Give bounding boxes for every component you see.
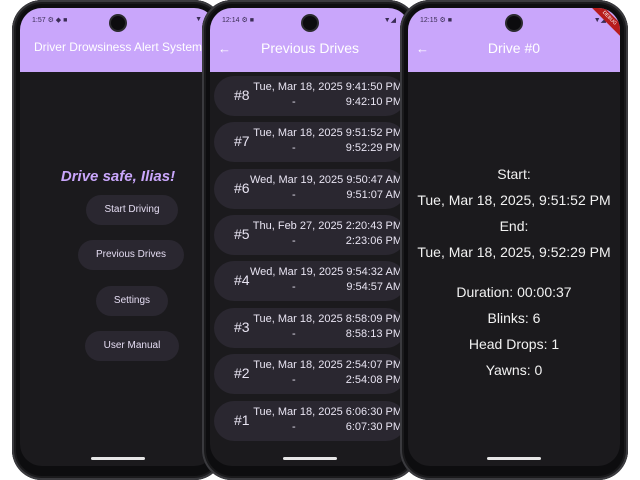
drive-separator: - xyxy=(292,142,296,154)
previous-drives-button[interactable]: Previous Drives xyxy=(78,240,184,270)
start-driving-button[interactable]: Start Driving xyxy=(86,195,178,225)
settings-button[interactable]: Settings xyxy=(96,286,168,316)
status-time: 1:57 xyxy=(32,17,46,24)
head-drops-text: Head Drops: 1 xyxy=(468,336,560,352)
drive-item[interactable]: #5 Thu, Feb 27, 2025 2:20:43 PM - 2:23:0… xyxy=(214,215,406,255)
signal-icon: ▼◢ xyxy=(383,17,396,24)
status-icons: ⚙ ◆ ■ xyxy=(47,17,68,24)
drive-item[interactable]: #2 Tue, Mar 18, 2025 2:54:07 PM - 2:54:0… xyxy=(214,354,406,394)
drive-detail-screen: 12:15 ⚙ ■ ▼◢ ← Drive #0 DEBUG Start: Tue… xyxy=(408,8,620,466)
drive-start-time: Tue, Mar 18, 2025 8:58:09 PM xyxy=(253,313,402,325)
drive-end-time: 8:58:13 PM xyxy=(345,328,402,340)
camera-icon xyxy=(111,16,125,30)
drive-start-time: Tue, Mar 18, 2025 2:54:07 PM xyxy=(253,359,402,371)
home-indicator[interactable] xyxy=(487,457,541,460)
drive-number: #5 xyxy=(234,226,250,242)
drive-item[interactable]: #8 Tue, Mar 18, 2025 9:41:50 PM - 9:42:1… xyxy=(214,76,406,116)
drive-start-time: Thu, Feb 27, 2025 2:20:43 PM xyxy=(252,220,402,232)
drive-end-time: 9:42:10 PM xyxy=(345,96,402,108)
drive-start-time: Tue, Mar 18, 2025 6:06:30 PM xyxy=(253,406,402,418)
drive-item[interactable]: #3 Tue, Mar 18, 2025 8:58:09 PM - 8:58:1… xyxy=(214,308,406,348)
drive-separator: - xyxy=(292,421,296,433)
signal-icon: ▼ xyxy=(195,16,202,23)
drive-item[interactable]: #6 Wed, Mar 19, 2025 9:50:47 AM - 9:51:0… xyxy=(214,169,406,209)
page-title: Drive #0 xyxy=(487,40,541,56)
drive-number: #3 xyxy=(234,319,250,335)
end-value: Tue, Mar 18, 2025, 9:52:29 PM xyxy=(417,244,611,260)
home-indicator[interactable] xyxy=(283,457,337,460)
drive-number: #1 xyxy=(234,412,250,428)
greeting-text: Drive safe, Ilias! xyxy=(60,168,176,185)
status-time: 12:14 xyxy=(222,17,240,24)
drive-number: #6 xyxy=(234,180,250,196)
drive-end-time: 9:54:57 AM xyxy=(346,281,402,293)
drives-appbar: 12:14 ⚙ ■ ▼◢ ← Previous Drives xyxy=(210,8,410,72)
drive-end-time: 9:51:07 AM xyxy=(346,189,402,201)
app-title: Driver Drowsiness Alert System xyxy=(33,40,203,54)
drive-separator: - xyxy=(292,374,296,386)
start-label: Start: xyxy=(497,166,531,182)
drive-end-time: 2:54:08 PM xyxy=(345,374,402,386)
page-title: Previous Drives xyxy=(260,40,360,56)
drive-separator: - xyxy=(292,96,296,108)
status-time: 12:15 xyxy=(420,17,438,24)
blinks-text: Blinks: 6 xyxy=(487,310,541,326)
drive-start-time: Wed, Mar 19, 2025 9:50:47 AM xyxy=(249,174,402,186)
drive-end-time: 6:07:30 PM xyxy=(345,421,402,433)
drive-separator: - xyxy=(292,189,296,201)
home-screen: 1:57 ⚙ ◆ ■ ▼ Driver Drowsiness Alert Sys… xyxy=(20,8,216,466)
drive-number: #2 xyxy=(234,365,250,381)
camera-icon xyxy=(507,16,521,30)
drive-start-time: Wed, Mar 19, 2025 9:54:32 AM xyxy=(249,266,402,278)
end-label: End: xyxy=(499,218,529,234)
drive-separator: - xyxy=(292,281,296,293)
previous-drives-screen: 12:14 ⚙ ■ ▼◢ ← Previous Drives #8 Tue, M… xyxy=(210,8,410,466)
yawns-text: Yawns: 0 xyxy=(485,362,543,378)
drive-end-time: 9:52:29 PM xyxy=(345,142,402,154)
drive-start-time: Tue, Mar 18, 2025 9:51:52 PM xyxy=(253,127,402,139)
home-indicator[interactable] xyxy=(91,457,145,460)
drive-item[interactable]: #4 Wed, Mar 19, 2025 9:54:32 AM - 9:54:5… xyxy=(214,261,406,301)
phone-previous-drives: 12:14 ⚙ ■ ▼◢ ← Previous Drives #8 Tue, M… xyxy=(202,0,418,480)
phone-home: 1:57 ⚙ ◆ ■ ▼ Driver Drowsiness Alert Sys… xyxy=(12,0,224,480)
home-appbar: 1:57 ⚙ ◆ ■ ▼ Driver Drowsiness Alert Sys… xyxy=(20,8,216,72)
duration-text: Duration: 00:00:37 xyxy=(456,284,572,300)
phone-drive-detail: 12:15 ⚙ ■ ▼◢ ← Drive #0 DEBUG Start: Tue… xyxy=(400,0,628,480)
drive-end-time: 2:23:06 PM xyxy=(345,235,402,247)
drive-item[interactable]: #1 Tue, Mar 18, 2025 6:06:30 PM - 6:07:3… xyxy=(214,401,406,441)
detail-appbar: 12:15 ⚙ ■ ▼◢ ← Drive #0 DEBUG xyxy=(408,8,620,72)
drive-separator: - xyxy=(292,328,296,340)
drive-item[interactable]: #7 Tue, Mar 18, 2025 9:51:52 PM - 9:52:2… xyxy=(214,122,406,162)
drive-separator: - xyxy=(292,235,296,247)
drive-number: #7 xyxy=(234,133,250,149)
start-value: Tue, Mar 18, 2025, 9:51:52 PM xyxy=(417,192,611,208)
camera-icon xyxy=(303,16,317,30)
drive-number: #4 xyxy=(234,272,250,288)
status-icons: ⚙ ■ xyxy=(439,17,452,24)
drive-start-time: Tue, Mar 18, 2025 9:41:50 PM xyxy=(253,81,402,93)
user-manual-button[interactable]: User Manual xyxy=(85,331,179,361)
status-icons: ⚙ ■ xyxy=(241,17,254,24)
drive-number: #8 xyxy=(234,87,250,103)
